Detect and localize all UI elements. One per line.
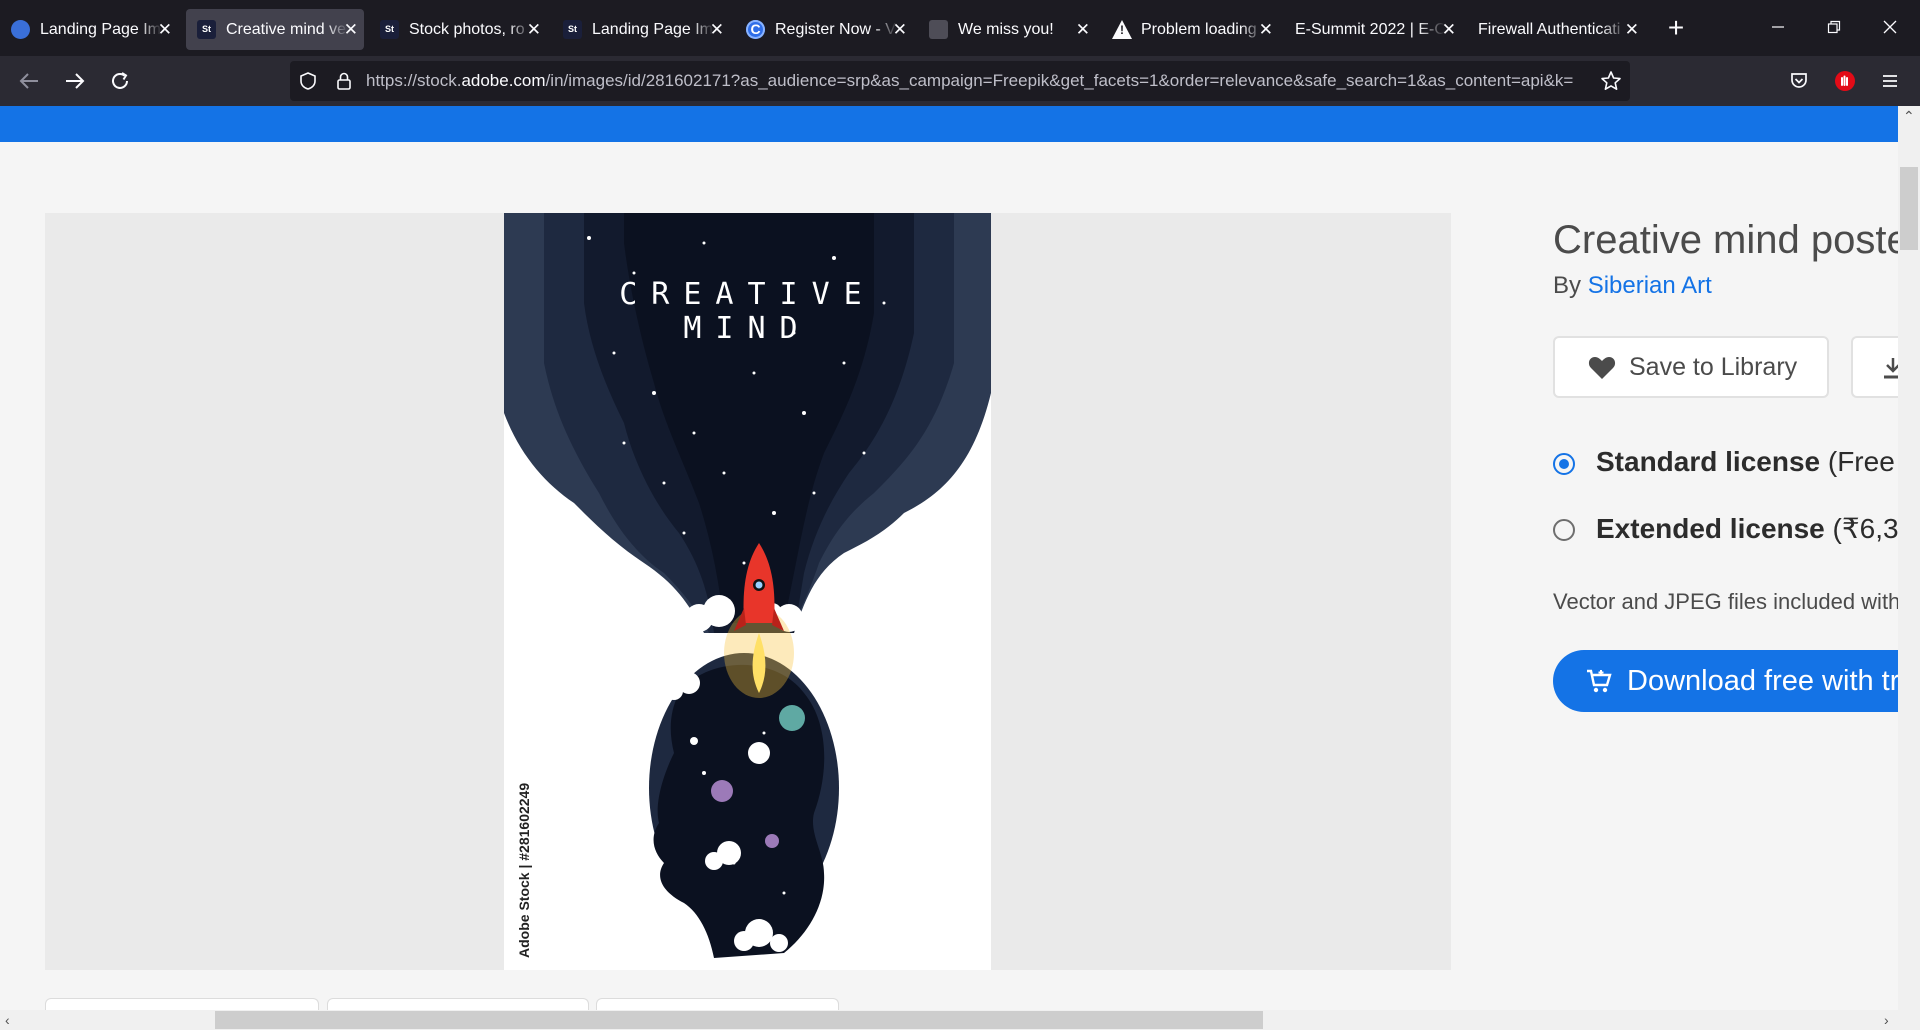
close-tab-icon[interactable]: ✕ bbox=[158, 9, 172, 50]
hamburger-menu-icon bbox=[1883, 75, 1897, 87]
save-to-library-label: Save to Library bbox=[1629, 353, 1798, 381]
scrollbar-corner bbox=[1898, 1010, 1920, 1030]
extended-license-name: Extended license bbox=[1596, 513, 1825, 544]
by-label: By bbox=[1553, 272, 1588, 299]
back-button[interactable] bbox=[10, 62, 48, 100]
url-text[interactable]: https://stock.adobe.com/in/images/id/281… bbox=[366, 61, 1596, 101]
cart-icon bbox=[1587, 669, 1612, 693]
shield-icon[interactable] bbox=[298, 71, 318, 91]
tab-problem-loading[interactable]: Problem loading ✕ bbox=[1101, 9, 1279, 50]
horizontal-scroll-thumb[interactable] bbox=[215, 1011, 1263, 1029]
tab-title: Problem loading bbox=[1141, 21, 1257, 38]
tab-stock-photos[interactable]: St Stock photos, ro ✕ bbox=[369, 9, 547, 50]
tab-firewall[interactable]: Firewall Authenticati ✕ bbox=[1467, 9, 1645, 50]
standard-license-label: Standard license (Free w bbox=[1596, 446, 1920, 478]
tab-title: Register Now - V bbox=[775, 21, 896, 38]
navigation-toolbar: https://stock.adobe.com/in/images/id/281… bbox=[0, 56, 1920, 106]
tab-strip: Landing Page Im ✕ St Creative mind ve ✕ … bbox=[0, 0, 1920, 56]
tab-title: Stock photos, ro bbox=[409, 21, 525, 38]
adobe-stock-icon: St bbox=[380, 20, 399, 39]
author-byline: By Siberian Art bbox=[1553, 272, 1712, 300]
ublock-extension-button[interactable] bbox=[1826, 62, 1864, 100]
pocket-icon bbox=[1791, 73, 1807, 88]
reload-button[interactable] bbox=[101, 62, 139, 100]
poster-title-line-1: CREATIVE bbox=[619, 277, 876, 312]
bear-icon bbox=[11, 20, 30, 39]
tab-landing-page-1[interactable]: Landing Page Im ✕ bbox=[0, 9, 178, 50]
close-tab-icon[interactable]: ✕ bbox=[893, 9, 907, 50]
asset-title: Creative mind poste bbox=[1553, 218, 1909, 262]
scroll-left-arrow-icon[interactable]: ‹ bbox=[5, 1012, 10, 1028]
adobe-stock-icon: St bbox=[197, 20, 216, 39]
close-window-icon bbox=[1883, 20, 1897, 34]
scroll-right-arrow-icon[interactable]: › bbox=[1884, 1012, 1889, 1028]
tab-title: Landing Page Im bbox=[592, 21, 713, 38]
close-tab-icon[interactable]: ✕ bbox=[344, 9, 358, 50]
c-logo-icon: C bbox=[746, 20, 765, 39]
back-arrow-icon bbox=[19, 73, 38, 89]
close-tab-icon[interactable]: ✕ bbox=[1442, 9, 1456, 50]
minimize-button[interactable] bbox=[1750, 10, 1806, 46]
warning-icon bbox=[1112, 20, 1132, 39]
poster-title-line-2: MIND bbox=[683, 311, 812, 346]
close-tab-icon[interactable]: ✕ bbox=[527, 9, 541, 50]
tab-landing-page-2[interactable]: St Landing Page Im ✕ bbox=[552, 9, 730, 50]
ublock-icon bbox=[1835, 71, 1855, 91]
save-to-library-button[interactable]: Save to Library bbox=[1553, 336, 1829, 398]
files-included-note: Vector and JPEG files included with bbox=[1553, 589, 1901, 614]
url-domain: adobe.com bbox=[461, 71, 546, 90]
download-free-trial-button[interactable]: Download free with tr bbox=[1553, 650, 1900, 712]
bookmark-star-icon[interactable] bbox=[1600, 70, 1622, 92]
close-tab-icon[interactable]: ✕ bbox=[710, 9, 724, 50]
poster-preview-image[interactable]: CREATIVE MIND Adobe Stock | #281602249 bbox=[504, 213, 991, 970]
tab-title: Firewall Authenticati bbox=[1478, 21, 1621, 38]
vertical-scroll-thumb[interactable] bbox=[1900, 167, 1918, 250]
tab-creative-mind[interactable]: St Creative mind ve ✕ bbox=[186, 9, 364, 50]
tab-register-now[interactable]: C Register Now - V ✕ bbox=[735, 9, 913, 50]
site-header-bar bbox=[0, 106, 1898, 142]
url-path: /in/images/id/281602171?as_audience=srp&… bbox=[545, 71, 1574, 90]
close-tab-icon[interactable]: ✕ bbox=[1625, 9, 1639, 50]
address-bar[interactable]: https://stock.adobe.com/in/images/id/281… bbox=[290, 61, 1630, 101]
adobe-stock-icon: St bbox=[563, 20, 582, 39]
new-tab-button[interactable]: + bbox=[1658, 10, 1694, 46]
poster-watermark: Adobe Stock | #281602249 bbox=[516, 782, 532, 958]
forward-arrow-icon bbox=[66, 73, 85, 89]
tab-title: Creative mind ve bbox=[226, 21, 347, 38]
extended-license-label: Extended license (₹6,38 bbox=[1596, 512, 1914, 545]
poster-title: CREATIVE MIND bbox=[504, 278, 991, 346]
lock-icon[interactable] bbox=[335, 71, 353, 91]
ghost-icon bbox=[929, 20, 948, 39]
minimize-icon bbox=[1772, 26, 1784, 28]
tab-title: E-Summit 2022 | E-C bbox=[1295, 21, 1445, 38]
standard-license-name: Standard license bbox=[1596, 446, 1821, 477]
author-link[interactable]: Siberian Art bbox=[1588, 272, 1712, 299]
close-tab-icon[interactable]: ✕ bbox=[1076, 9, 1090, 50]
tab-we-miss-you[interactable]: We miss you! ✕ bbox=[918, 9, 1096, 50]
menu-button[interactable] bbox=[1871, 62, 1909, 100]
tab-e-summit[interactable]: E-Summit 2022 | E-C ✕ bbox=[1284, 9, 1462, 50]
heart-icon bbox=[1588, 357, 1616, 379]
standard-license-radio[interactable] bbox=[1553, 453, 1575, 475]
restore-icon bbox=[1827, 20, 1841, 34]
forward-button[interactable] bbox=[56, 62, 94, 100]
scroll-up-arrow-icon[interactable]: ⌃ bbox=[1903, 108, 1915, 124]
tab-title: We miss you! bbox=[958, 21, 1054, 38]
tab-title: Landing Page Im bbox=[40, 21, 161, 38]
reload-icon bbox=[112, 72, 128, 89]
download-free-label: Download free with tr bbox=[1627, 665, 1900, 697]
url-prefix: https://stock. bbox=[366, 71, 462, 90]
close-tab-icon[interactable]: ✕ bbox=[1259, 9, 1273, 50]
extended-license-radio[interactable] bbox=[1553, 519, 1575, 541]
restore-button[interactable] bbox=[1806, 10, 1862, 46]
pocket-button[interactable] bbox=[1780, 62, 1818, 100]
close-window-button[interactable] bbox=[1862, 10, 1918, 46]
